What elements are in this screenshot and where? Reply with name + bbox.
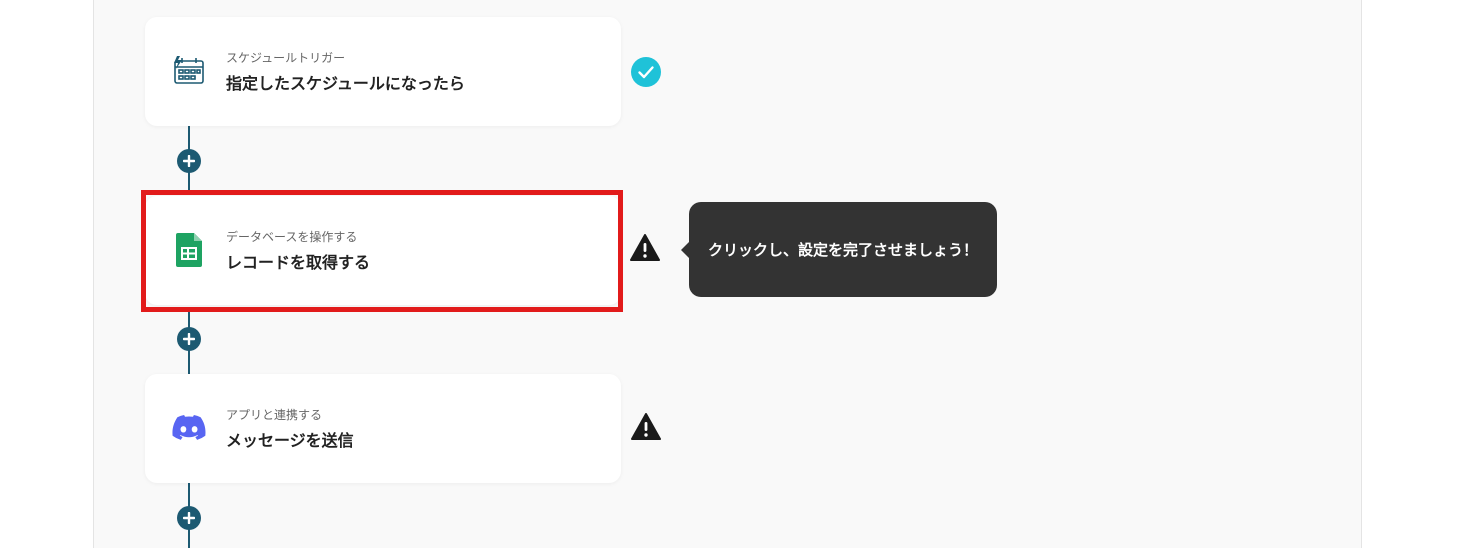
discord-icon [172, 411, 206, 445]
step-card-app-integration[interactable]: アプリと連携する メッセージを送信 [145, 374, 621, 483]
step-category: アプリと連携する [226, 408, 323, 422]
step-title: メッセージを送信 [226, 431, 354, 450]
step-category: データベースを操作する [226, 230, 358, 244]
guide-tooltip: クリックし、設定を完了させましょう！ [681, 202, 997, 297]
add-step-button[interactable] [177, 506, 201, 530]
plus-icon [183, 512, 195, 524]
add-step-button[interactable] [177, 149, 201, 173]
tooltip-text: クリックし、設定を完了させましょう！ [707, 241, 978, 259]
step-title: レコードを取得する [226, 253, 371, 272]
google-sheets-icon [172, 233, 206, 267]
warning-icon [630, 411, 662, 443]
step-title: 指定したスケジュールになったら [226, 74, 465, 93]
step-card-schedule-trigger[interactable]: スケジュールトリガー 指定したスケジュールになったら [145, 17, 621, 126]
step-card-database[interactable]: データベースを操作する レコードを取得する [145, 196, 621, 305]
check-complete-icon [630, 56, 662, 88]
warning-icon [629, 232, 661, 264]
step-category: スケジュールトリガー [226, 51, 346, 65]
schedule-calendar-icon [172, 54, 206, 88]
add-step-button[interactable] [177, 327, 201, 351]
plus-icon [183, 333, 195, 345]
plus-icon [183, 155, 195, 167]
